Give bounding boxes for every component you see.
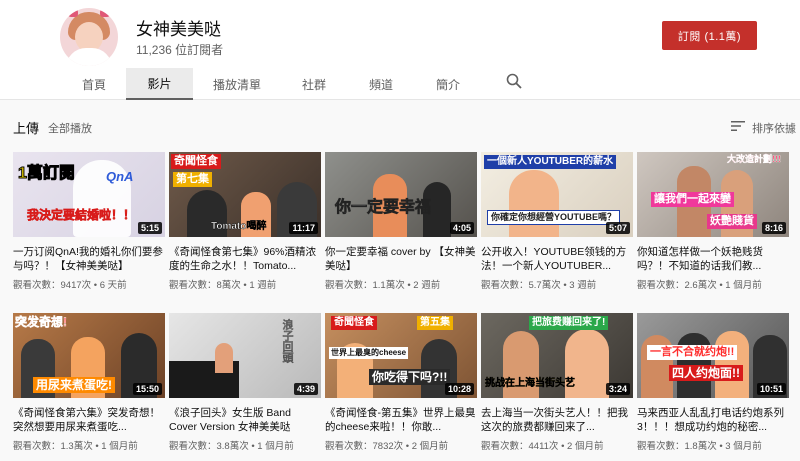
video-meta: 觀看次數：1.3萬次 • 1 個月前 [13,441,138,452]
video-thumbnail[interactable]: 1萬訂閱 QnA 我決定要結婚啦！！ 5:15 [13,152,165,237]
video-meta: 觀看次數：4411次 • 2 個月前 [481,441,604,452]
video-card[interactable]: 1萬訂閱 QnA 我決定要結婚啦！！ 5:15 一万订阅QnA!我的婚礼你们要参… [13,152,165,291]
video-meta: 觀看次數：8萬次 • 1 週前 [169,280,277,291]
tab-playlists[interactable]: 播放清單 [193,68,281,100]
video-meta: 觀看次數：7832次 • 2 個月前 [325,441,449,452]
tab-channels[interactable]: 頻道 [347,68,415,100]
thumb-caption: 我決定要結婚啦！！ [27,208,136,222]
thumb-caption: 世界上最臭的cheese [329,347,409,359]
video-title[interactable]: 公开收入！YOUTUBE领钱的方法！一个新人YOUTUBER... [481,245,633,273]
thumb-caption: 一言不合就约炮!! [647,345,738,360]
thumb-caption: 挑战在上海当街头艺 [485,378,575,389]
avatar-body [66,48,112,66]
channel-tabs: 首頁 影片 播放清單 社群 頻道 簡介 [62,68,481,100]
video-title[interactable]: 一万订阅QnA!我的婚礼你们要参与吗？！【女神美美哒】 [13,245,165,273]
tab-videos[interactable]: 影片 [126,68,193,100]
video-duration: 11:17 [289,222,318,234]
video-thumbnail[interactable]: 一言不合就约炮!! 四人约炮面!! 10:51 [637,313,789,398]
thumb-caption: 大改造計劃!!! [727,154,781,164]
thumb-caption: 你吃得下吗?!! [369,369,451,385]
video-title[interactable]: 你一定要幸福 cover by 【女神美美哒】 [325,245,477,273]
video-meta: 觀看次數：3.8萬次 • 1 個月前 [169,441,294,452]
video-card[interactable]: 奇聞怪食 第五集 世界上最臭的cheese 你吃得下吗?!! 10:28 《奇闻… [325,313,477,452]
video-card[interactable]: 一個新人YOUTUBER的薪水 你確定你想經營YOUTUBE嗎？ 5:07 公开… [481,152,633,291]
avatar-bow-right [100,9,110,17]
video-meta: 觀看次數：1.1萬次 • 2 週前 [325,280,441,291]
video-thumbnail[interactable]: 大改造計劃!!! 讓我們一起來變 妖艷賤貨 8:16 [637,152,789,237]
thumb-caption: 奇聞怪食 [331,316,377,330]
video-card[interactable]: 把旅费赚回来了! 挑战在上海当街头艺 3:24 去上海当一次街头艺人！！把我这次… [481,313,633,452]
thumb-caption: 突发奇想! [15,315,68,329]
thumb-caption: QnA [106,169,134,184]
video-thumbnail[interactable]: 一個新人YOUTUBER的薪水 你確定你想經營YOUTUBE嗎？ 5:07 [481,152,633,237]
thumb-person [215,343,233,373]
video-duration: 4:39 [293,383,318,395]
thumb-caption: 第七集 [173,172,212,187]
video-duration: 8:16 [761,222,786,234]
video-card[interactable]: 大改造計劃!!! 讓我們一起來變 妖艷賤貨 8:16 你知道怎样做一个妖艳贱货吗… [637,152,789,291]
thumb-caption: 第五集 [417,316,453,330]
video-duration: 5:07 [605,222,630,234]
thumb-caption: 你確定你想經營YOUTUBE嗎？ [487,210,621,225]
video-title[interactable]: 《奇闻怪食-第五集》世界上最臭的cheese来啦！！你敢... [325,406,477,434]
channel-header: 女神美美哒 11,236 位訂閱者 訂閱 (1.1萬) 首頁 影片 播放清單 社… [0,0,800,100]
video-meta: 觀看次數：9417次 • 6 天前 [13,280,127,291]
video-thumbnail[interactable]: 突发奇想! 用尿来煮蛋吃! 15:50 [13,313,165,398]
video-thumbnail[interactable]: 奇聞怪食 第五集 世界上最臭的cheese 你吃得下吗?!! 10:28 [325,313,477,398]
thumb-caption: 讓我們一起來變 [651,192,734,207]
thumb-caption: 一個新人YOUTUBER的薪水 [484,155,617,169]
video-title[interactable]: 《浪子回头》女生版 Band Cover Version 女神美美哒 [169,406,321,434]
video-thumbnail[interactable]: 浪子回頭 4:39 [169,313,321,398]
video-thumbnail[interactable]: 你一定要幸福 4:05 [325,152,477,237]
video-duration: 10:51 [756,383,786,395]
channel-avatar[interactable] [60,8,118,66]
play-all-link[interactable]: 全部播放 [48,120,92,136]
search-icon[interactable] [506,73,522,89]
thumb-caption: Tomato喝醉 [211,221,267,232]
thumb-caption: 用尿来煮蛋吃! [33,377,115,393]
video-title[interactable]: 《奇闻怪食第六集》突发奇想！突然想要用尿来煮蛋吃... [13,406,165,434]
tab-home[interactable]: 首頁 [62,68,126,100]
uploads-heading: 上傳 [13,121,40,136]
video-duration: 5:15 [137,222,162,234]
video-meta: 觀看次數：2.6萬次 • 1 個月前 [637,280,762,291]
thumb-caption: 浪子回頭 [281,319,293,363]
video-duration: 10:28 [444,383,474,395]
video-duration: 4:05 [449,222,474,234]
video-card[interactable]: 一言不合就约炮!! 四人约炮面!! 10:51 马来西亚人乱乱打电话约炮系列3！… [637,313,789,452]
subscribe-button[interactable]: 訂閱 (1.1萬) [662,21,757,50]
video-meta: 觀看次數：1.8萬次 • 3 個月前 [637,441,762,452]
video-duration: 3:24 [605,383,630,395]
video-title[interactable]: 你知道怎样做一个妖艳贱货吗？！不知道的话我们教... [637,245,789,273]
video-thumbnail[interactable]: 奇聞怪食 第七集 Tomato喝醉 11:17 [169,152,321,237]
video-title[interactable]: 去上海当一次街头艺人！！把我这次的旅费都赚回来了... [481,406,633,434]
video-card[interactable]: 浪子回頭 4:39 《浪子回头》女生版 Band Cover Version 女… [169,313,321,452]
thumb-person [509,170,559,237]
channel-name: 女神美美哒 [136,20,221,39]
tab-about[interactable]: 簡介 [415,68,481,100]
subscriber-count: 11,236 位訂閱者 [136,43,224,57]
thumb-caption: 四人约炮面!! [669,365,743,381]
thumb-caption: 奇聞怪食 [171,154,221,169]
thumb-caption: 1萬訂閱 [18,165,76,182]
video-title[interactable]: 《奇闻怪食第七集》96%酒精浓度的生命之水！！Tomato... [169,245,321,273]
thumb-caption: 把旅费赚回来了! [529,316,609,330]
sort-by-button[interactable]: 排序依據 [752,120,796,136]
video-thumbnail[interactable]: 把旅费赚回来了! 挑战在上海当街头艺 3:24 [481,313,633,398]
video-card[interactable]: 突发奇想! 用尿来煮蛋吃! 15:50 《奇闻怪食第六集》突发奇想！突然想要用尿… [13,313,165,452]
thumb-caption: 妖艷賤貨 [707,214,757,229]
sort-lines-icon[interactable] [731,120,745,132]
video-title[interactable]: 马来西亚人乱乱打电话约炮系列3！！！想成功约炮的秘密... [637,406,789,434]
video-meta: 觀看次數：5.7萬次 • 3 週前 [481,280,597,291]
video-card[interactable]: 你一定要幸福 4:05 你一定要幸福 cover by 【女神美美哒】 觀看次數… [325,152,477,291]
thumb-caption: 你一定要幸福 [335,199,432,216]
avatar-bow-left [68,9,78,17]
video-duration: 15:50 [132,383,162,395]
tab-community[interactable]: 社群 [281,68,347,100]
video-card[interactable]: 奇聞怪食 第七集 Tomato喝醉 11:17 《奇闻怪食第七集》96%酒精浓度… [169,152,321,291]
